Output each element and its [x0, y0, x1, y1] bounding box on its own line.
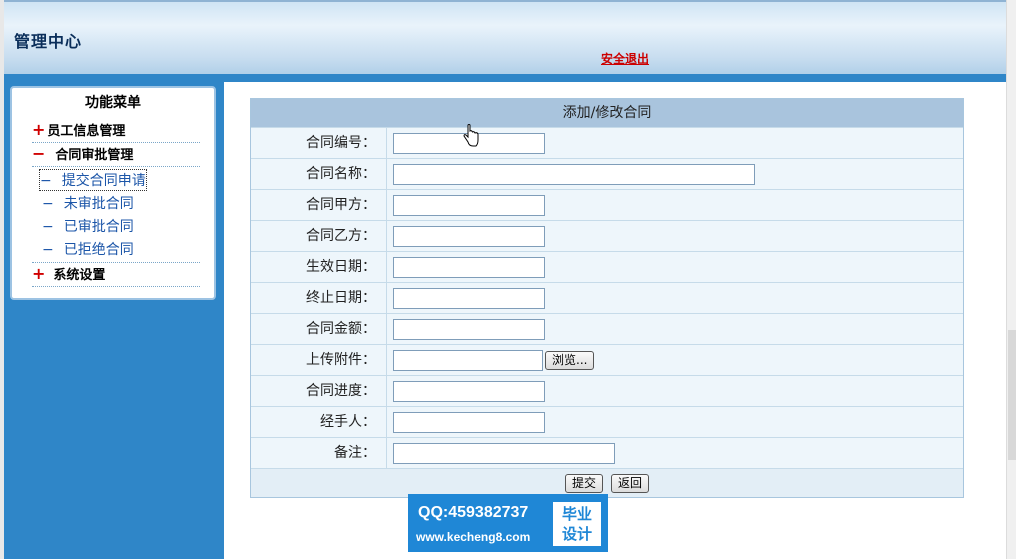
field-label: 上传附件：: [251, 345, 387, 376]
submit-button[interactable]: 提交: [565, 474, 604, 493]
menu-title: 功能菜单: [85, 95, 141, 111]
party-b-input[interactable]: [393, 226, 545, 247]
field-label: 合同进度：: [251, 376, 387, 407]
field-label: 合同金额：: [251, 314, 387, 345]
watermark-qq: QQ:459382737: [418, 504, 529, 521]
contract-name-input[interactable]: [393, 164, 755, 185]
attachment-path-input[interactable]: [393, 350, 543, 371]
hand-cursor-icon: [463, 124, 479, 147]
menu-section-label: 合同审批管理: [55, 148, 134, 163]
menu-section-label: 员工信息管理: [47, 124, 126, 139]
field-label: 经手人：: [251, 407, 387, 438]
sidebar-item-label: 已拒绝合同: [63, 242, 134, 258]
field-label: 合同编号：: [251, 128, 387, 159]
logout-link[interactable]: 安全退出: [601, 50, 649, 67]
item-dash-icon: −: [42, 242, 54, 258]
form-row: 合同金额：: [251, 313, 963, 345]
effective-date-input[interactable]: [393, 257, 545, 278]
handler-input[interactable]: [393, 412, 545, 433]
badge-line: 设计: [561, 525, 592, 543]
form-row: 合同进度：: [251, 375, 963, 407]
page-header: 管理中心 安全退出: [4, 0, 1006, 80]
form-row: 合同名称：: [251, 158, 963, 190]
end-date-input[interactable]: [393, 288, 545, 309]
contract-form: 添加/修改合同 合同编号： 合同名称： 合同甲方： 合同乙方： 生效日期： 终止…: [250, 98, 964, 498]
vertical-scrollbar[interactable]: [1006, 0, 1016, 559]
badge-line: 毕业: [561, 505, 592, 523]
form-title: 添加/修改合同: [251, 99, 963, 127]
form-row: 备注：: [251, 437, 963, 469]
header-divider: [4, 74, 1006, 82]
item-dash-icon: −: [42, 196, 54, 212]
main-content: 添加/修改合同 合同编号： 合同名称： 合同甲方： 合同乙方： 生效日期： 终止…: [224, 82, 1006, 559]
menu-section-employee[interactable]: + 员工信息管理: [32, 120, 125, 139]
sidebar-item-pending-contracts[interactable]: − 未审批合同: [42, 193, 134, 213]
sidebar-item-label: 未审批合同: [63, 196, 134, 212]
form-actions: 提交 返回: [251, 468, 963, 497]
field-label: 备注：: [251, 438, 387, 469]
menu-section-contract[interactable]: − 合同审批管理: [32, 144, 133, 163]
form-row: 合同编号：: [251, 127, 963, 159]
menu-divider: [32, 142, 200, 143]
form-row: 生效日期：: [251, 251, 963, 283]
item-dash-icon: −: [40, 173, 52, 189]
sidebar-item-label: 提交合同申请: [61, 173, 146, 189]
field-label: 生效日期：: [251, 252, 387, 283]
sidebar-item-approved-contracts[interactable]: − 已审批合同: [42, 216, 134, 236]
item-dash-icon: −: [42, 219, 54, 235]
menu-divider: [32, 166, 200, 167]
back-button[interactable]: 返回: [611, 474, 650, 493]
menu-divider: [32, 262, 200, 263]
expand-plus-icon: +: [32, 120, 46, 139]
sidebar-item-rejected-contracts[interactable]: − 已拒绝合同: [42, 239, 134, 259]
field-label: 合同乙方：: [251, 221, 387, 252]
progress-input[interactable]: [393, 381, 545, 402]
form-row: 合同乙方：: [251, 220, 963, 252]
field-label: 合同名称：: [251, 159, 387, 190]
function-menu: 功能菜单 + 员工信息管理 − 合同审批管理 − 提交合同申请 − 未审批合同 − 已审批…: [10, 86, 216, 300]
watermark-url: www.kecheng8.com: [416, 530, 531, 544]
menu-section-settings[interactable]: + 系统设置: [32, 264, 105, 283]
sidebar-item-submit-contract[interactable]: − 提交合同申请: [39, 169, 147, 191]
sidebar: 功能菜单 + 员工信息管理 − 合同审批管理 − 提交合同申请 − 未审批合同 − 已审批…: [4, 82, 224, 559]
form-row: 合同甲方：: [251, 189, 963, 221]
form-row: 终止日期：: [251, 282, 963, 314]
contract-amount-input[interactable]: [393, 319, 545, 340]
browse-button[interactable]: 浏览...: [545, 351, 595, 370]
remarks-input[interactable]: [393, 443, 615, 464]
form-row: 经手人：: [251, 406, 963, 438]
scrollbar-thumb[interactable]: [1008, 330, 1016, 460]
menu-section-label: 系统设置: [53, 268, 106, 283]
party-a-input[interactable]: [393, 195, 545, 216]
field-label: 终止日期：: [251, 283, 387, 314]
sidebar-item-label: 已审批合同: [63, 219, 134, 235]
form-row: 上传附件： 浏览...: [251, 344, 963, 376]
watermark-badge: 毕业 设计: [553, 502, 601, 546]
field-label: 合同甲方：: [251, 190, 387, 221]
expand-plus-icon: +: [32, 264, 46, 283]
menu-divider: [32, 286, 200, 287]
watermark-banner: QQ:459382737 www.kecheng8.com 毕业 设计: [408, 494, 608, 552]
app-title: 管理中心: [14, 32, 83, 51]
collapse-minus-icon: −: [32, 144, 46, 163]
